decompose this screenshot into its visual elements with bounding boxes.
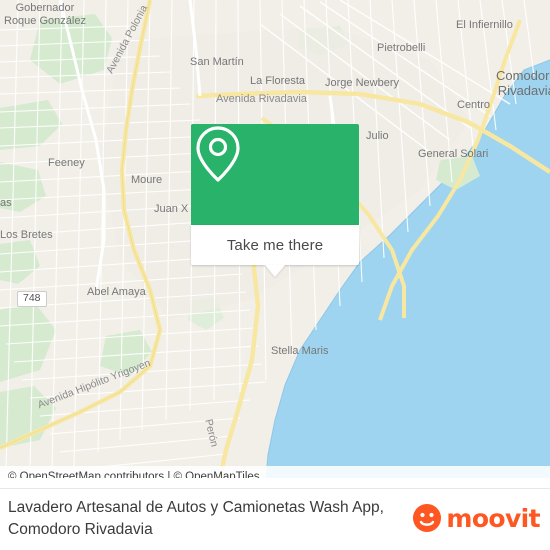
map-canvas[interactable]: Gobernador Roque González San Martín La F… <box>0 0 550 478</box>
moovit-wordmark: moovit <box>446 503 540 533</box>
screenshot-root: Gobernador Roque González San Martín La F… <box>0 0 550 550</box>
footer-bar: Lavadero Artesanal de Autos y Camionetas… <box>0 488 550 550</box>
moovit-logo-icon <box>413 504 442 532</box>
map-attribution-text[interactable]: © OpenStreetMap contributors | © OpenMap… <box>0 471 260 478</box>
callout-pointer <box>265 265 285 277</box>
moovit-branding[interactable]: moovit <box>412 503 541 533</box>
map-attribution-bar: © OpenStreetMap contributors | © OpenMap… <box>0 466 550 478</box>
place-title: Lavadero Artesanal de Autos y Camionetas… <box>8 499 384 538</box>
take-me-there-label: Take me there <box>226 236 324 254</box>
location-callout[interactable]: Take me there <box>191 124 359 277</box>
callout-image-panel <box>191 124 359 225</box>
map-route-shield-748: 748 <box>17 291 47 307</box>
take-me-there-button[interactable]: Take me there <box>191 225 359 265</box>
map-pin-icon <box>196 126 240 182</box>
